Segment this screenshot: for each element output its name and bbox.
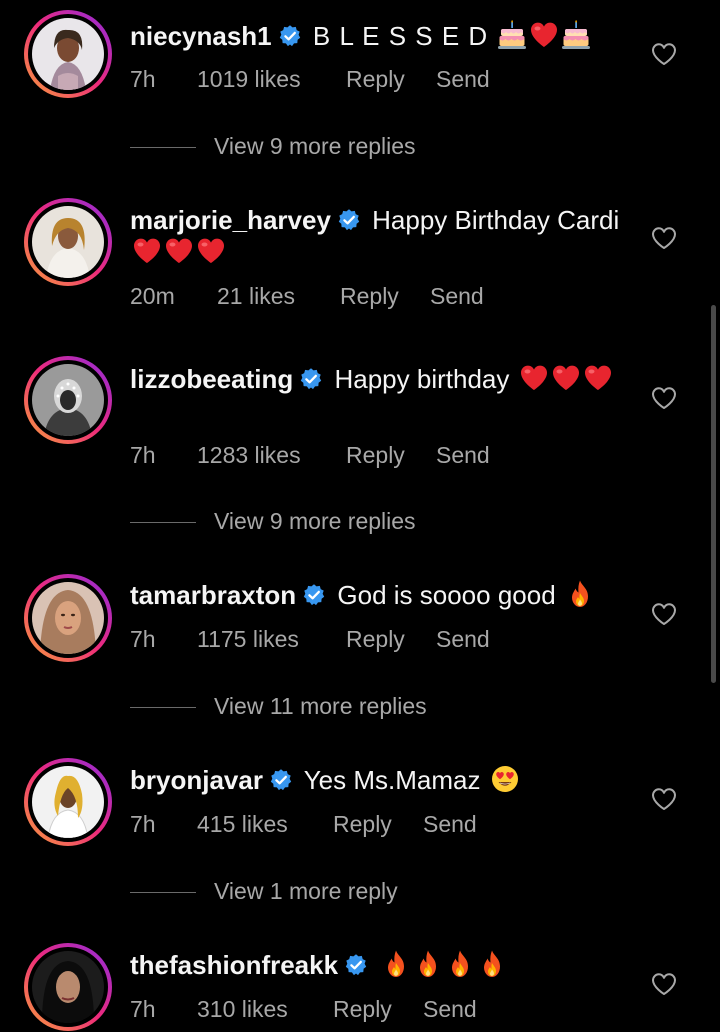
username[interactable]: thefashionfreakk xyxy=(130,950,338,980)
view-replies-toggle[interactable]: View 11 more replies xyxy=(130,693,530,723)
likes-count[interactable]: 415 likes xyxy=(197,811,288,838)
comment-text-block: lizzobeeating Happy birthday xyxy=(130,363,620,395)
likes-count[interactable]: 1175 likes xyxy=(197,626,299,653)
fire-icon xyxy=(445,949,475,979)
avatar[interactable] xyxy=(32,206,104,278)
view-replies-label[interactable]: View 9 more replies xyxy=(214,508,416,535)
red-heart-icon xyxy=(196,236,226,266)
verified-badge-icon xyxy=(302,583,326,607)
birthday-cake-icon xyxy=(497,20,527,50)
red-heart-icon xyxy=(132,236,162,266)
send-button[interactable]: Send xyxy=(423,811,477,838)
reply-button[interactable]: Reply xyxy=(346,442,405,469)
divider xyxy=(130,892,196,893)
comment-text: Happy Birthday Cardi xyxy=(372,205,620,235)
view-replies-label[interactable]: View 11 more replies xyxy=(214,693,427,720)
comment-text-block: tamarbraxton God is soooo good xyxy=(130,579,620,611)
avatar-story-ring[interactable] xyxy=(24,10,112,98)
divider xyxy=(130,147,196,148)
likes-count[interactable]: 1019 likes xyxy=(197,66,301,93)
red-heart-icon xyxy=(164,236,194,266)
timestamp: 7h xyxy=(130,626,156,652)
timestamp: 7h xyxy=(130,442,156,468)
avatar[interactable] xyxy=(32,582,104,654)
comment-text-block: marjorie_harvey Happy Birthday Cardi xyxy=(130,204,620,268)
verified-badge-icon xyxy=(278,24,302,48)
username[interactable]: tamarbraxton xyxy=(130,580,296,610)
verified-badge-icon xyxy=(299,367,323,391)
fire-icon xyxy=(565,579,595,609)
likes-count[interactable]: 1283 likes xyxy=(197,442,301,469)
timestamp: 20m xyxy=(130,283,175,309)
comment-text: B L E S S E D xyxy=(312,21,489,51)
like-heart-icon[interactable] xyxy=(651,972,677,996)
red-heart-icon xyxy=(529,20,559,50)
view-replies-label[interactable]: View 1 more reply xyxy=(214,878,398,905)
timestamp: 7h xyxy=(130,66,156,92)
username[interactable]: niecynash1 xyxy=(130,21,272,51)
avatar[interactable] xyxy=(32,766,104,838)
fire-icon xyxy=(381,949,411,979)
timestamp: 7h xyxy=(130,811,156,837)
view-replies-toggle[interactable]: View 1 more reply xyxy=(130,878,530,908)
view-replies-toggle[interactable]: View 9 more replies xyxy=(130,508,530,538)
avatar-story-ring[interactable] xyxy=(24,574,112,662)
red-heart-icon xyxy=(551,363,581,393)
reply-button[interactable]: Reply xyxy=(333,996,392,1023)
avatar[interactable] xyxy=(32,364,104,436)
reply-button[interactable]: Reply xyxy=(346,66,405,93)
birthday-cake-icon xyxy=(561,20,591,50)
fire-icon xyxy=(477,949,507,979)
comment-text: God is soooo good xyxy=(337,580,556,610)
username[interactable]: bryonjavar xyxy=(130,765,263,795)
red-heart-icon xyxy=(519,363,549,393)
fire-icon xyxy=(413,949,443,979)
comment-text: Happy birthday xyxy=(334,364,510,394)
view-replies-toggle[interactable]: View 9 more replies xyxy=(130,133,530,163)
comment-text-block: thefashionfreakk xyxy=(130,949,620,981)
send-button[interactable]: Send xyxy=(436,442,490,469)
view-replies-label[interactable]: View 9 more replies xyxy=(214,133,416,160)
like-heart-icon[interactable] xyxy=(651,226,677,250)
send-button[interactable]: Send xyxy=(436,626,490,653)
send-button[interactable]: Send xyxy=(436,66,490,93)
reply-button[interactable]: Reply xyxy=(346,626,405,653)
scrollbar[interactable] xyxy=(711,305,716,683)
timestamp: 7h xyxy=(130,996,156,1022)
red-heart-icon xyxy=(583,363,613,393)
verified-badge-icon xyxy=(344,953,368,977)
like-heart-icon[interactable] xyxy=(651,787,677,811)
comment-text: Yes Ms.Mamaz xyxy=(303,765,481,795)
like-heart-icon[interactable] xyxy=(651,386,677,410)
divider xyxy=(130,707,196,708)
divider xyxy=(130,522,196,523)
like-heart-icon[interactable] xyxy=(651,602,677,626)
avatar-story-ring[interactable] xyxy=(24,943,112,1031)
avatar-story-ring[interactable] xyxy=(24,356,112,444)
username[interactable]: lizzobeeating xyxy=(130,364,293,394)
likes-count[interactable]: 21 likes xyxy=(217,283,295,310)
send-button[interactable]: Send xyxy=(423,996,477,1023)
avatar-story-ring[interactable] xyxy=(24,198,112,286)
reply-button[interactable]: Reply xyxy=(340,283,399,310)
avatar[interactable] xyxy=(32,18,104,90)
avatar[interactable] xyxy=(32,951,104,1023)
username[interactable]: marjorie_harvey xyxy=(130,205,331,235)
comment-text-block: bryonjavar Yes Ms.Mamaz xyxy=(130,764,620,796)
comment-text-block: niecynash1 B L E S S E D xyxy=(130,20,620,52)
likes-count[interactable]: 310 likes xyxy=(197,996,288,1023)
like-heart-icon[interactable] xyxy=(651,42,677,66)
reply-button[interactable]: Reply xyxy=(333,811,392,838)
verified-badge-icon xyxy=(337,208,361,232)
avatar-story-ring[interactable] xyxy=(24,758,112,846)
send-button[interactable]: Send xyxy=(430,283,484,310)
verified-badge-icon xyxy=(269,768,293,792)
heart-eyes-icon xyxy=(490,764,520,794)
